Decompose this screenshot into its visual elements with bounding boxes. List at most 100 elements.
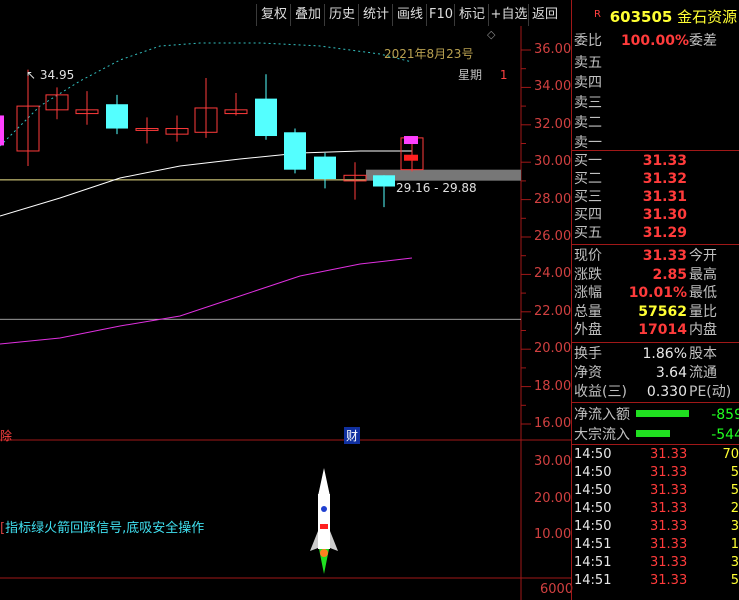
- toolbar-button-6[interactable]: 标记: [454, 4, 489, 26]
- weekday-text: 星期: [458, 68, 483, 82]
- trade-price: 31.33: [650, 447, 688, 462]
- ask-row[interactable]: 卖五: [572, 54, 739, 72]
- quote-divider: [572, 244, 739, 245]
- date-label: 2021年8月23号: [384, 47, 474, 61]
- fund-right-label: PE(动): [689, 384, 732, 400]
- quote-label: 总量: [574, 303, 602, 320]
- trade-row[interactable]: 14:50 31.33 5: [572, 482, 739, 500]
- sub-y-tick-label: 20.00: [534, 491, 572, 506]
- fund-divider: [572, 342, 739, 343]
- trade-volume: 70: [722, 447, 739, 462]
- toolbar-button-7[interactable]: +自选: [488, 4, 529, 26]
- trade-time: 14:51: [574, 555, 612, 570]
- trade-time: 14:50: [574, 447, 612, 462]
- toolbar-button-8[interactable]: 返回: [528, 4, 561, 26]
- bid-price: 31.29: [642, 225, 687, 241]
- fund-label: 收益(三): [574, 384, 627, 400]
- bid-row[interactable]: 买五 31.29: [572, 224, 739, 242]
- bid-price: 31.30: [642, 207, 687, 223]
- kline-chart[interactable]: [0, 26, 572, 600]
- trade-price: 31.33: [650, 501, 688, 516]
- trade-volume: 5: [730, 573, 739, 588]
- flow-label: 净流入额: [574, 407, 630, 423]
- toolbar-button-4[interactable]: 画线: [392, 4, 427, 26]
- quote-right-label: 最低: [689, 285, 717, 301]
- trade-row[interactable]: 14:51 31.33 1: [572, 536, 739, 554]
- left-event-marker[interactable]: 除: [0, 427, 12, 444]
- trade-volume: 5: [730, 465, 739, 480]
- quote-label: 涨幅: [574, 285, 602, 301]
- bid-price: 31.31: [642, 189, 687, 205]
- ask-label: 卖五: [574, 55, 602, 71]
- quote-value: 2.85: [652, 266, 687, 283]
- finance-event-marker[interactable]: 财: [344, 427, 361, 444]
- toolbar-button-0[interactable]: 复权: [256, 4, 291, 26]
- trade-row[interactable]: 14:50 31.33 70: [572, 446, 739, 464]
- quote-right-label: 量比: [689, 303, 717, 320]
- flow-row: 大宗流入 -544: [572, 426, 739, 444]
- trade-row[interactable]: 14:51 31.33 3: [572, 554, 739, 572]
- diamond-icon[interactable]: ◇: [487, 28, 495, 41]
- flow-value: -859: [711, 407, 739, 423]
- stock-name[interactable]: 金石资源: [677, 8, 737, 26]
- fund-row: 换手 1.86% 股本: [572, 345, 739, 363]
- trade-price: 31.33: [650, 465, 688, 480]
- order-ratio-row: 委比 100.00% 委差: [572, 32, 739, 50]
- ask-label: 卖三: [574, 95, 602, 111]
- trade-volume: 1: [730, 537, 739, 552]
- quote-right-label: 内盘: [689, 322, 717, 338]
- ask-row[interactable]: 卖二: [572, 114, 739, 132]
- trade-row[interactable]: 14:51 31.33 5: [572, 572, 739, 590]
- stock-badge: R: [594, 9, 601, 20]
- stock-code[interactable]: 603505: [610, 8, 673, 26]
- order-diff-label: 委差: [689, 33, 717, 49]
- y-tick-label: 22.00: [534, 303, 572, 319]
- quote-value: 17014: [638, 322, 687, 338]
- trade-volume: 2: [730, 501, 739, 516]
- bid-row[interactable]: 买一 31.33: [572, 152, 739, 170]
- rocket-stripe: [320, 524, 328, 529]
- trade-price: 31.33: [650, 555, 688, 570]
- trade-row[interactable]: 14:50 31.33 2: [572, 500, 739, 518]
- toolbar-button-2[interactable]: 历史: [324, 4, 359, 26]
- trade-time: 14:51: [574, 573, 612, 588]
- ask-row[interactable]: 卖四: [572, 74, 739, 92]
- quote-row: 外盘 17014 内盘: [572, 321, 739, 339]
- quote-value: 57562: [638, 303, 687, 320]
- flow-bar: [636, 430, 671, 437]
- trades-divider: [572, 444, 739, 445]
- high-marker: ↖ 34.95: [26, 68, 74, 82]
- candle-body: [284, 132, 306, 170]
- trade-time: 14:50: [574, 519, 612, 534]
- trade-row[interactable]: 14:50 31.33 5: [572, 464, 739, 482]
- bid-row[interactable]: 买三 31.31: [572, 188, 739, 206]
- quote-right-label: 今开: [689, 248, 717, 264]
- order-ratio-value: 100.00%: [620, 33, 689, 49]
- bid-price: 31.33: [642, 153, 687, 169]
- sub-y-tick-label: 30.00: [534, 454, 572, 469]
- toolbar-button-5[interactable]: F10: [426, 4, 455, 26]
- partial-candle: [0, 115, 4, 146]
- quote-label: 外盘: [574, 322, 602, 338]
- flow-row: 净流入额 -859: [572, 406, 739, 424]
- toolbar-button-1[interactable]: 叠加: [290, 4, 325, 26]
- ask-row[interactable]: 卖三: [572, 94, 739, 112]
- y-tick-label: 18.00: [534, 378, 572, 394]
- candle-body: [255, 98, 277, 137]
- fund-value: 0.330: [646, 384, 687, 400]
- high-marker-value: 34.95: [39, 68, 75, 82]
- trade-time: 14:50: [574, 501, 612, 516]
- toolbar-button-3[interactable]: 统计: [358, 4, 393, 26]
- trade-volume: 3: [730, 519, 739, 534]
- bid-row[interactable]: 买二 31.32: [572, 170, 739, 188]
- quote-right-label: 最高: [689, 266, 717, 283]
- high-arrow-icon: ↖: [26, 68, 40, 82]
- bid-row[interactable]: 买四 31.30: [572, 206, 739, 224]
- sub-y-tick-label: 10.00: [534, 527, 572, 542]
- quote-label: 现价: [574, 248, 602, 264]
- trade-row[interactable]: 14:50 31.33 3: [572, 518, 739, 536]
- candle-highlight: [404, 136, 418, 145]
- ask-label: 卖四: [574, 75, 602, 91]
- bid-label: 买五: [574, 225, 602, 241]
- signal-text: [指标绿火箭回踩信号,底吸安全操作: [0, 517, 204, 536]
